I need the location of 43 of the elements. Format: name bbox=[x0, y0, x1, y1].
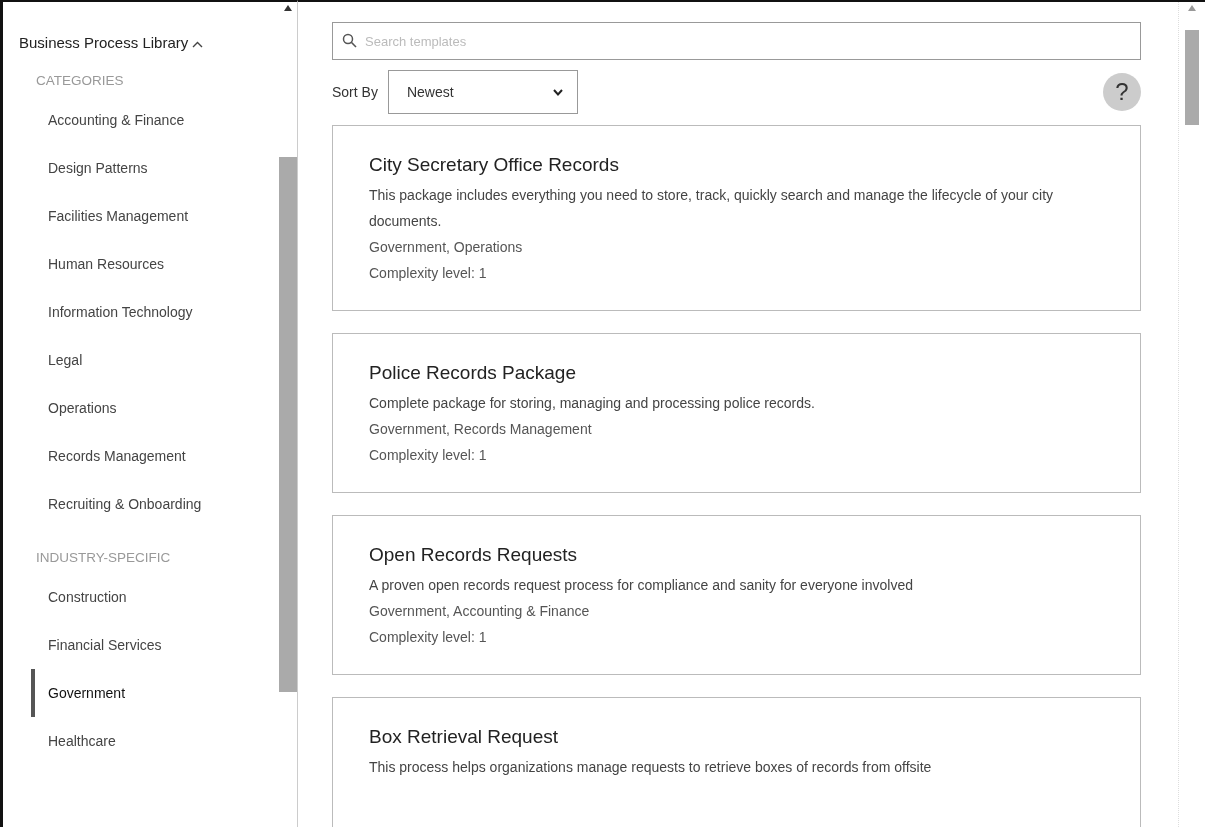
chevron-down-icon bbox=[552, 88, 563, 96]
section-heading: INDUSTRY-SPECIFIC bbox=[36, 550, 172, 565]
category-item[interactable]: Construction bbox=[31, 573, 248, 621]
card-tags: Government, Accounting & Finance bbox=[369, 598, 1104, 624]
scrollbar-thumb[interactable] bbox=[1185, 30, 1199, 125]
chevron-up-icon bbox=[192, 40, 204, 48]
template-card[interactable]: Box Retrieval Request This process helps organizations manage requests to retrieve boxes of records from offsite bbox=[332, 697, 1141, 827]
category-item[interactable]: Government bbox=[31, 669, 248, 717]
card-description: This package includes everything you need to store, track, quickly search and manage the lifecycle of your city documents. bbox=[369, 186, 1055, 231]
sort-label: Sort By bbox=[332, 84, 378, 100]
category-item[interactable]: Financial Services bbox=[31, 621, 248, 669]
card-title: City Secretary Office Records bbox=[369, 154, 620, 176]
template-card[interactable]: Open Records Requests A proven open records request process for compliance and sanity for everyone involved Government, Accounting & Finance Complexity level: 1 bbox=[332, 515, 1141, 675]
scroll-up-icon[interactable] bbox=[284, 5, 292, 11]
template-card[interactable]: Police Records Package Complete package for storing, managing and processing police records. Government, Records Management Complexity level: 1 bbox=[332, 333, 1141, 493]
category-item[interactable]: Recruiting & Onboarding bbox=[31, 480, 248, 528]
category-item[interactable]: Records Management bbox=[31, 432, 248, 480]
library-title[interactable]: Business Process Library bbox=[19, 34, 279, 51]
category-item[interactable]: Accounting & Finance bbox=[31, 96, 248, 144]
category-item[interactable]: Operations bbox=[31, 384, 248, 432]
template-card[interactable]: City Secretary Office Records This package includes everything you need to store, track, quickly search and manage the lifecycle of your city documents. Government, Operations Complexity level: 1 bbox=[332, 125, 1141, 311]
help-button[interactable]: ? bbox=[1103, 73, 1141, 111]
card-tags: Government, Records Management bbox=[369, 416, 1104, 442]
category-item[interactable]: Human Resources bbox=[31, 240, 248, 288]
card-tags: Government, Operations bbox=[369, 234, 1104, 260]
card-description: This process helps organizations manage requests to retrieve boxes of records from offsite bbox=[369, 758, 933, 777]
scrollbar-thumb[interactable] bbox=[279, 157, 297, 692]
search-field[interactable]: Search templates bbox=[332, 22, 1141, 60]
category-item[interactable]: Legal bbox=[31, 336, 248, 384]
sort-dropdown[interactable]: Newest bbox=[387, 70, 578, 114]
card-description: A proven open records request process for compliance and sanity for everyone involved bbox=[369, 576, 914, 595]
card-complexity: Complexity level: 1 bbox=[369, 628, 488, 647]
section-heading: CATEGORIES bbox=[36, 73, 125, 88]
category-item[interactable]: Facilities Management bbox=[31, 192, 248, 240]
card-title: Open Records Requests bbox=[369, 544, 579, 566]
category-item[interactable]: Design Patterns bbox=[31, 144, 248, 192]
card-complexity: Complexity level: 1 bbox=[369, 264, 488, 283]
category-item[interactable]: Information Technology bbox=[31, 288, 248, 336]
card-complexity: Complexity level: 1 bbox=[369, 446, 488, 465]
card-description: Complete package for storing, managing and processing police records. bbox=[369, 394, 816, 413]
category-item[interactable]: Healthcare bbox=[31, 717, 248, 765]
card-title: Police Records Package bbox=[369, 362, 577, 384]
card-title: Box Retrieval Request bbox=[369, 726, 560, 748]
